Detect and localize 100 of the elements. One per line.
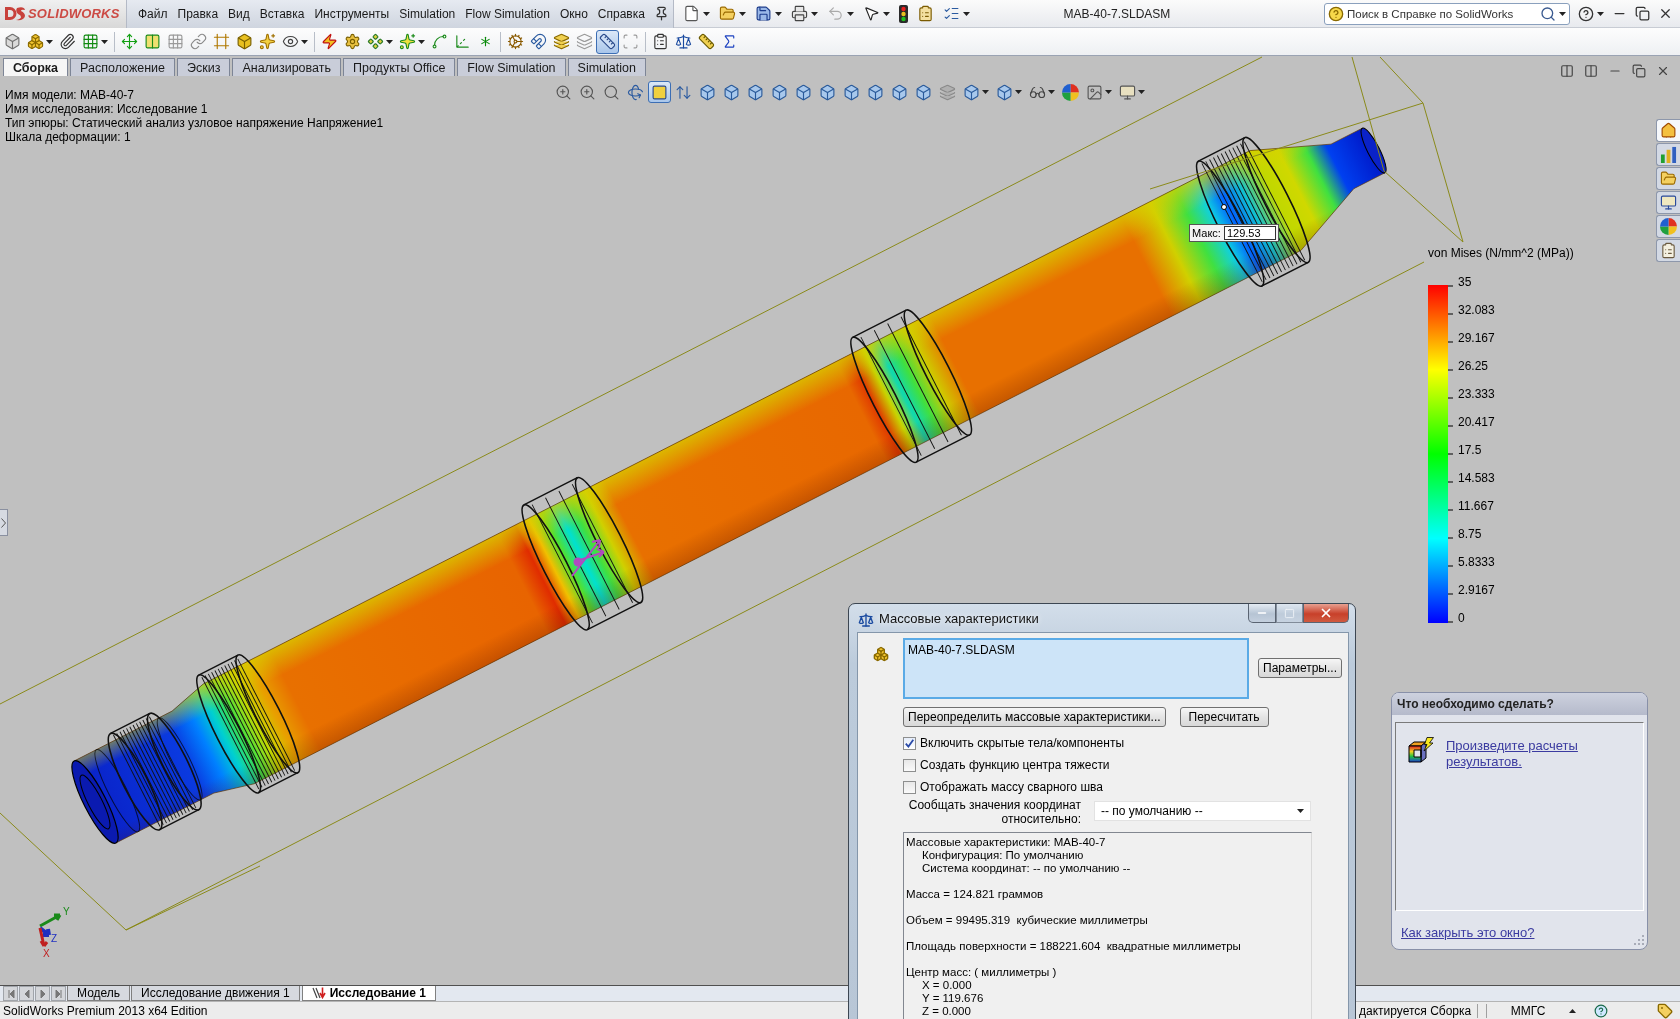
menu-item[interactable]: Вставка	[254, 2, 310, 25]
resize-grip-icon[interactable]	[1633, 934, 1645, 946]
command-tab[interactable]: Эскиз	[177, 58, 231, 76]
cursor-icon[interactable]	[862, 5, 880, 22]
task-panel-header: Что необходимо сделать?	[1392, 693, 1647, 715]
status-text: SolidWorks Premium 2013 x64 Edition	[3, 1003, 208, 1018]
menu-item[interactable]: Файл	[133, 2, 173, 25]
caret-icon[interactable]	[301, 39, 308, 44]
caret-icon[interactable]	[1105, 90, 1112, 94]
command-tab[interactable]: Сборка	[3, 58, 69, 76]
caret-icon[interactable]	[738, 11, 746, 16]
pin-icon[interactable]	[653, 6, 669, 21]
caret-icon[interactable]	[1048, 90, 1055, 94]
caret-icon[interactable]	[810, 11, 818, 16]
image-icon[interactable]	[1086, 83, 1103, 101]
chevron-icon[interactable]	[1, 517, 6, 528]
checkbox[interactable]	[903, 736, 916, 750]
menu-item[interactable]: Simulation	[394, 2, 461, 25]
checkbox-label: Создать функцию центра тяжести	[920, 758, 1110, 772]
checkbox[interactable]	[903, 780, 916, 794]
panel-toggle-handle[interactable]	[0, 509, 8, 536]
scale-value: 29.167	[1458, 330, 1495, 347]
result-line: Z = 0.000	[921, 1005, 971, 1018]
document-tab[interactable]: Модель	[67, 986, 131, 1001]
command-tab[interactable]: Анализировать	[232, 58, 341, 76]
diamonds-icon[interactable]	[367, 33, 384, 50]
split-view-icon[interactable]	[1584, 64, 1598, 78]
split-view-icon[interactable]	[1560, 64, 1574, 78]
caret-icon[interactable]	[386, 39, 393, 44]
menu-item[interactable]: Правка	[172, 2, 224, 25]
restore-icon[interactable]	[1632, 64, 1646, 78]
options-button[interactable]: Параметры...	[1258, 658, 1342, 678]
cubes-icon[interactable]	[27, 33, 44, 50]
folder-icon[interactable]	[718, 5, 736, 22]
document-icon[interactable]	[682, 5, 700, 22]
help-search-field[interactable]: Поиск в Справке по SolidWorks	[1347, 4, 1537, 23]
search-icon[interactable]	[1540, 5, 1556, 22]
override-button[interactable]: Переопределить массовые характеристики...	[903, 707, 1166, 727]
command-tab[interactable]: Flow Simulation	[457, 58, 566, 76]
units-button[interactable]: ММГС	[1487, 1003, 1569, 1018]
traffic-light-icon[interactable]	[898, 4, 908, 23]
command-tab[interactable]: Расположение	[70, 58, 176, 76]
result-line: Конфигурация: По умолчанию	[921, 849, 1084, 862]
document-tab[interactable]: Исследование 1	[301, 986, 436, 1001]
caret-icon[interactable]	[101, 39, 108, 44]
sparkles-icon[interactable]	[399, 33, 416, 50]
caret-icon[interactable]	[774, 11, 782, 16]
caret-icon[interactable]	[982, 90, 989, 94]
coordinate-dropdown[interactable]: -- по умолчанию --	[1094, 801, 1311, 821]
checkbox[interactable]	[903, 758, 916, 772]
cube-bolt-icon	[1408, 737, 1434, 763]
caret-icon[interactable]	[702, 11, 710, 16]
result-line: X = 0.000	[921, 979, 972, 992]
restore-icon[interactable]	[1635, 6, 1650, 21]
monitor-icon[interactable]	[1119, 83, 1136, 101]
close-icon[interactable]	[1656, 64, 1670, 78]
caret-icon[interactable]	[1597, 11, 1604, 16]
model-info-line: Имя исследования: Исследование 1	[5, 102, 208, 116]
caret-icon[interactable]	[418, 39, 425, 44]
clipboard-icon[interactable]	[916, 5, 934, 22]
minimize-button[interactable]	[1248, 604, 1276, 623]
help-search-box[interactable]: Поиск в Справке по SolidWorks	[1324, 2, 1570, 25]
caret-icon[interactable]	[1138, 90, 1145, 94]
caret-icon[interactable]	[46, 39, 53, 44]
save-icon[interactable]	[754, 5, 772, 22]
model-info-line: Шкала деформации: 1	[5, 130, 131, 144]
caret-icon[interactable]	[1297, 809, 1304, 813]
selection-field[interactable]: MAB-40-7.SLDASM	[903, 638, 1249, 699]
close-icon[interactable]	[1658, 6, 1673, 21]
close-button[interactable]	[1303, 604, 1349, 623]
legend-title: von Mises (N/mm^2 (MPa))	[1428, 245, 1574, 261]
command-tab[interactable]: Simulation	[567, 58, 646, 76]
menu-item[interactable]: Справка	[592, 2, 650, 25]
help-icon[interactable]	[1594, 1003, 1608, 1018]
menu-item[interactable]: Вид	[223, 2, 255, 25]
command-tab[interactable]: Продукты Office	[342, 58, 456, 76]
caret-icon[interactable]	[1569, 1008, 1576, 1013]
model-info-line: Тип эпюры: Статический анализ узловое напряжение Напряжение1	[5, 116, 384, 130]
menu-item[interactable]: Инструменты	[309, 2, 395, 25]
cube-icon[interactable]	[963, 83, 980, 101]
close-window-link[interactable]: Как закрыть это окно?	[1401, 925, 1535, 941]
caret-icon[interactable]	[962, 11, 970, 16]
help-icon[interactable]	[1578, 5, 1594, 22]
maximize-button[interactable]	[1276, 604, 1303, 623]
caret-icon[interactable]	[1015, 90, 1022, 94]
caret-icon[interactable]	[1559, 11, 1566, 16]
document-tab[interactable]: Исследование движения 1	[131, 986, 300, 1001]
run-study-link[interactable]: Произведите расчеты результатов.	[1446, 738, 1596, 770]
checklist-icon[interactable]	[942, 5, 960, 22]
recalculate-button[interactable]: Пересчитать	[1179, 707, 1269, 727]
printer-icon[interactable]	[790, 5, 808, 22]
menu-item[interactable]: Окно	[554, 2, 593, 25]
caret-icon[interactable]	[882, 11, 890, 16]
menu-item[interactable]: Flow Simulation	[460, 2, 555, 25]
scale-value: 8.75	[1458, 526, 1483, 543]
eye-icon[interactable]	[282, 33, 299, 50]
grid-icon[interactable]	[82, 33, 99, 50]
tag-icon[interactable]	[1657, 1002, 1673, 1019]
caret-icon[interactable]	[846, 11, 854, 16]
cube-icon[interactable]	[996, 83, 1013, 101]
